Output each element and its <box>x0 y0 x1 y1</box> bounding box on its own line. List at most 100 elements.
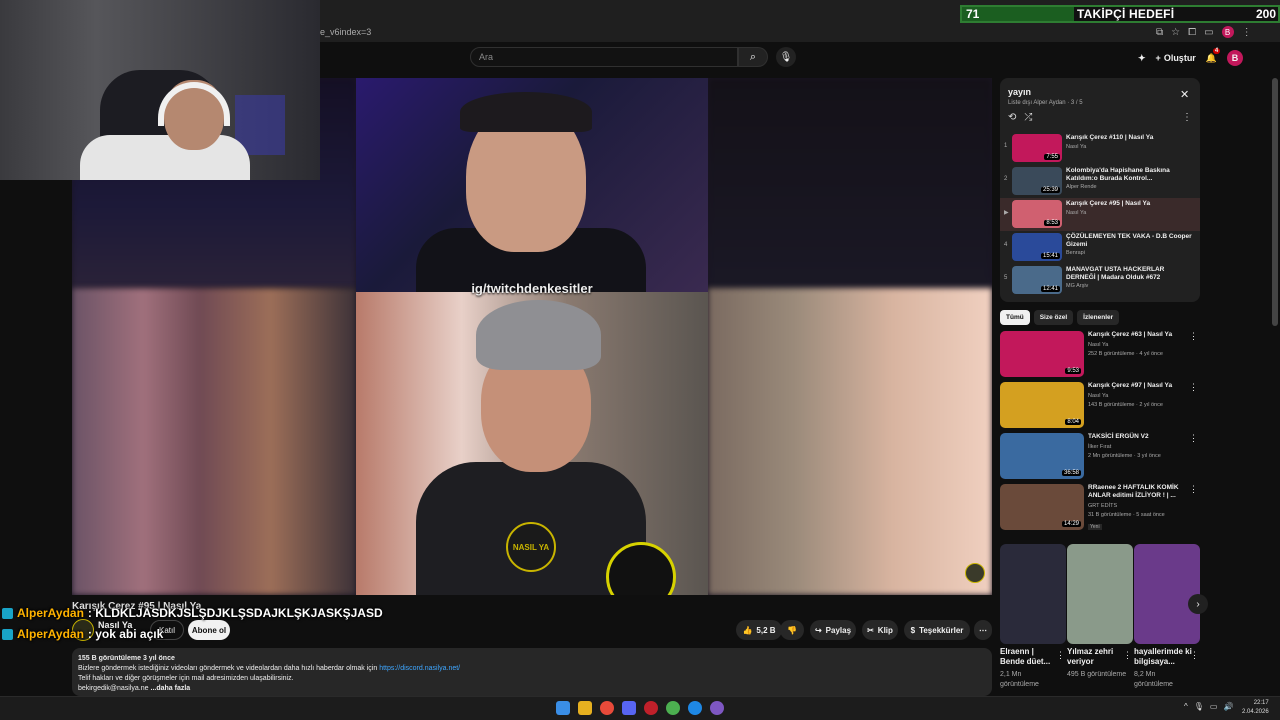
extensions-icon[interactable]: ⧠ <box>1188 27 1196 38</box>
chip-watched[interactable]: İzlenenler <box>1077 310 1120 325</box>
filter-chips: Tümü Size özel İzlenenler <box>1000 310 1200 326</box>
more-icon: ⋯ <box>979 625 987 635</box>
video-thumbnail[interactable]: 9:53 <box>1000 331 1084 377</box>
playlist-more-icon[interactable]: ⋮ <box>1182 112 1192 123</box>
search-button[interactable]: ⌕ <box>738 47 768 67</box>
dislike-button[interactable]: 👎 <box>780 620 804 640</box>
more-vert-icon[interactable]: ⋮ <box>1189 331 1198 342</box>
more-vert-icon[interactable]: ⋮ <box>1190 650 1199 661</box>
recommended-video[interactable]: 9:53 Karışık Çerez #63 | Nasıl Ya Nasıl … <box>1000 331 1200 379</box>
opera-icon[interactable] <box>644 701 658 715</box>
loop-icon[interactable]: ⟲ <box>1008 112 1016 124</box>
follower-goal-overlay: 71 TAKİPÇİ HEDEFİ 200 <box>960 5 1280 23</box>
playlist-thumbnail: 25:39 <box>1012 167 1062 195</box>
short-thumbnail[interactable] <box>1000 544 1066 644</box>
playlist-item[interactable]: 4 15:41 ÇÖZÜLEMEYEN TEK VAKA - D.B Coope… <box>1000 231 1200 264</box>
more-vert-icon[interactable]: ⋮ <box>1189 382 1198 393</box>
chip-for-you[interactable]: Size özel <box>1033 310 1074 325</box>
profile-avatar[interactable]: B <box>1221 26 1234 38</box>
short-title[interactable]: Yılmaz zehri veriyor <box>1067 647 1127 667</box>
more-vert-icon[interactable]: ⋮ <box>1123 650 1132 661</box>
shuffle-icon[interactable]: ⤮ <box>1024 112 1032 124</box>
account-avatar[interactable]: B <box>1227 50 1244 66</box>
playlist-thumbnail: 8:53 <box>1012 200 1062 228</box>
video-thumbnail[interactable]: 8:04 <box>1000 382 1084 428</box>
playlist-item[interactable]: 2 25:39 Kolombiya'da Hapishane Baskına K… <box>1000 165 1200 198</box>
short-thumbnail[interactable] <box>1134 544 1200 644</box>
recommended-video[interactable]: 36:58 TAKSİCİ ERGÜN V2 İlker Fırat 2 Mn … <box>1000 433 1200 481</box>
cast-icon[interactable]: ⧉ <box>1156 27 1163 38</box>
more-vert-icon[interactable]: ⋮ <box>1056 650 1065 661</box>
video-thumbnail[interactable]: 36:58 <box>1000 433 1084 479</box>
video-card-title[interactable]: Karışık Çerez #63 | Nasıl Ya <box>1088 331 1188 339</box>
playlist-item-title: Karışık Çerez #95 | Nasıl Ya <box>1066 200 1151 207</box>
playlist-item[interactable]: 1 7:55 Karışık Çerez #110 | Nasıl Ya Nas… <box>1000 132 1200 165</box>
bell-icon: 🔔 <box>1205 52 1218 63</box>
channel-watermark-icon[interactable] <box>965 563 985 583</box>
show-more-link[interactable]: ...daha fazla <box>151 685 191 692</box>
scrollbar[interactable] <box>1272 78 1278 326</box>
scissors-icon: ✂ <box>867 625 874 635</box>
close-icon[interactable]: ✕ <box>1180 88 1189 101</box>
notifications-button[interactable]: 🔔 4 <box>1205 47 1221 64</box>
video-card-title[interactable]: Karışık Çerez #97 | Nasıl Ya <box>1088 382 1188 390</box>
chat-badge-icon <box>2 628 13 640</box>
obs-icon[interactable] <box>710 701 724 715</box>
short-title[interactable]: hayallerimde ki bilgisaya... <box>1134 647 1194 667</box>
playlist-item-title: ÇÖZÜLEMEYEN TEK VAKA - D.B Cooper Gizemi <box>1066 233 1192 248</box>
ai-sparkle-icon[interactable]: ✦ <box>1138 53 1146 64</box>
chevron-up-icon[interactable]: ^ <box>1184 702 1188 711</box>
more-vert-icon[interactable]: ⋮ <box>1189 433 1198 444</box>
video-bottom-panel: NASIL YA <box>356 292 708 595</box>
search-icon: ⌕ <box>749 50 757 63</box>
blurred-background-right <box>708 288 992 595</box>
thumbs-up-icon: 👍 <box>742 625 753 635</box>
discord-icon[interactable] <box>622 701 636 715</box>
video-card-title[interactable]: TAKSİCİ ERGÜN V2 <box>1088 433 1188 441</box>
video-thumbnail[interactable]: 14:29 <box>1000 484 1084 530</box>
recommended-video[interactable]: 8:04 Karışık Çerez #97 | Nasıl Ya Nasıl … <box>1000 382 1200 430</box>
start-icon[interactable] <box>556 701 570 715</box>
video-card-channel[interactable]: İlker Fırat <box>1088 444 1111 450</box>
share-button[interactable]: ↪ Paylaş <box>810 620 856 640</box>
clip-label: Klip <box>877 625 893 635</box>
shorts-next-button[interactable]: › <box>1188 594 1208 614</box>
view-stats: 155 B görüntüleme 3 yıl önce <box>78 655 175 662</box>
duration-badge: 8:04 <box>1065 419 1081 425</box>
like-button[interactable]: 👍 5,2 B <box>736 620 782 640</box>
file-explorer-icon[interactable] <box>578 701 592 715</box>
discord-link[interactable]: https://discord.nasilya.net/ <box>379 665 460 672</box>
chip-all[interactable]: Tümü <box>1000 310 1030 325</box>
playlist-item[interactable]: ▶ 8:53 Karışık Çerez #95 | Nasıl Ya Nası… <box>1000 198 1200 231</box>
taskbar-clock[interactable]: 22:17 2.04.2026 <box>1242 699 1269 717</box>
edge-icon[interactable] <box>688 701 702 715</box>
network-icon[interactable]: ▭ <box>1210 702 1218 711</box>
playlist-item-title: Kolombiya'da Hapishane Baskına Katıldım:… <box>1066 167 1170 182</box>
short-title[interactable]: Elraenn | Bende düet... <box>1000 647 1060 667</box>
address-bar[interactable]: e_v6index=3 <box>312 23 1148 41</box>
voice-search-button[interactable]: 🎙 <box>776 47 796 67</box>
video-card-meta: 31 B görüntüleme · 5 saat önce <box>1088 512 1165 518</box>
more-actions-button[interactable]: ⋯ <box>974 620 992 640</box>
search-input[interactable]: Ara <box>470 47 738 67</box>
sidepanel-icon[interactable]: ▭ <box>1204 27 1213 38</box>
video-card-channel[interactable]: Nasıl Ya <box>1088 393 1108 399</box>
recommended-video[interactable]: 14:29 RRaenee 2 HAFTALIK KOMİK ANLAR edi… <box>1000 484 1200 532</box>
video-card-channel[interactable]: GRT EDİTS <box>1088 503 1117 509</box>
chrome-icon[interactable] <box>600 701 614 715</box>
video-card-title[interactable]: RRaenee 2 HAFTALIK KOMİK ANLAR editimi İ… <box>1088 484 1188 500</box>
video-card-channel[interactable]: Nasıl Ya <box>1088 342 1108 348</box>
video-description[interactable]: 155 B görüntüleme 3 yıl önce Bizlere gön… <box>72 648 992 696</box>
bookmark-icon[interactable]: ☆ <box>1171 27 1180 38</box>
menu-icon[interactable]: ⋮ <box>1242 27 1252 38</box>
playlist-subtitle: Liste dışı Alper Aydan · 3 / 5 <box>1008 100 1083 106</box>
browser-icon[interactable] <box>666 701 680 715</box>
thanks-button[interactable]: $ Teşekkürler <box>904 620 970 640</box>
clip-button[interactable]: ✂ Klip <box>862 620 898 640</box>
playlist-item[interactable]: 5 12:41 MANAVGAT USTA HACKERLAR DERNEĞİ … <box>1000 264 1200 297</box>
short-thumbnail[interactable] <box>1067 544 1133 644</box>
create-button[interactable]: + Oluştur <box>1156 53 1196 63</box>
mic-icon[interactable]: 🎙 <box>1194 702 1204 711</box>
more-vert-icon[interactable]: ⋮ <box>1189 484 1198 495</box>
volume-icon[interactable]: 🔊 <box>1223 702 1233 711</box>
